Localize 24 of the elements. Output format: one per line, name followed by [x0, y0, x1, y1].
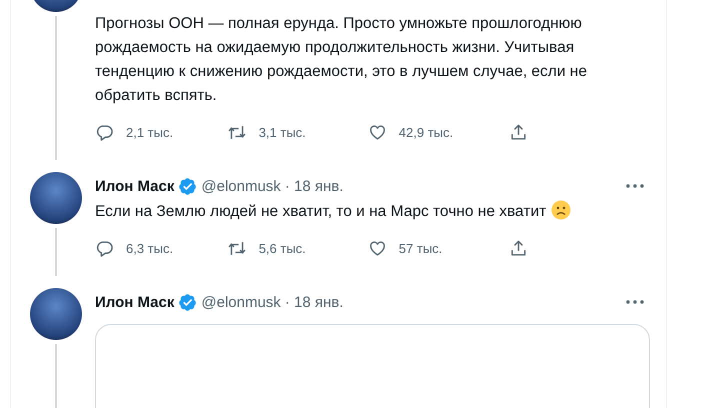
reply-count: 2,1 тыс.	[126, 124, 174, 140]
reply-icon[interactable]	[95, 238, 114, 258]
retweet-count: 5,6 тыс.	[258, 240, 306, 256]
tweet-date[interactable]: · 18 янв.	[284, 294, 344, 310]
share-icon[interactable]	[508, 238, 528, 258]
author-handle[interactable]: @elonmusk	[201, 294, 281, 310]
avatar-picture[interactable]	[30, 172, 82, 224]
heart-icon[interactable]	[368, 238, 387, 258]
reply-count: 6,3 тыс.	[126, 240, 174, 256]
tweet-text: Прогнозы ООН — полная ерунда. Просто умножьте прошлогоднюю рождаемость на ожидаемую продолжительность жизни. Учитывая тенденцию к снижению рождаемости, это в лучшем случае, если не обратить вспять.	[95, 15, 587, 104]
more-options-icon[interactable]	[626, 300, 644, 304]
heart-icon[interactable]	[368, 122, 387, 142]
tweet-text: Если на Землю людей не хватит, то и на Марс точно не хватит	[95, 203, 546, 220]
more-options-icon[interactable]	[626, 184, 644, 188]
tweet-date[interactable]: · 18 янв.	[284, 178, 344, 194]
share-icon[interactable]	[508, 122, 528, 142]
avatar-picture[interactable]	[30, 288, 82, 340]
retweet-count: 3,1 тыс.	[258, 124, 306, 140]
reply-icon[interactable]	[95, 122, 114, 142]
author-name[interactable]: Илон Маск	[95, 178, 174, 194]
author-handle[interactable]: @elonmusk	[201, 178, 281, 194]
author-name[interactable]: Илон Маск	[95, 294, 174, 310]
like-count: 57 тыс.	[398, 240, 442, 256]
like-count: 42,9 тыс.	[398, 124, 454, 140]
